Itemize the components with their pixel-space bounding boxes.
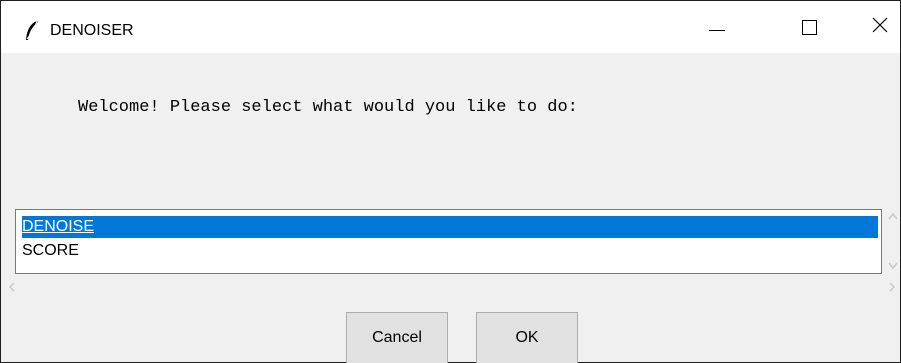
minimize-button[interactable] xyxy=(694,1,740,53)
feather-icon xyxy=(22,20,42,42)
close-button[interactable] xyxy=(857,1,901,53)
maximize-button[interactable] xyxy=(786,1,832,53)
window-title: DENOISER xyxy=(50,22,134,39)
chevron-left-icon xyxy=(8,279,16,297)
dialog-window: DENOISER Welcome! Please select what wou… xyxy=(0,0,901,363)
chevron-right-icon xyxy=(888,279,896,297)
horizontal-scrollbar[interactable] xyxy=(1,279,900,297)
scroll-up-arrow[interactable] xyxy=(885,209,901,223)
options-listbox[interactable]: DENOISE SCORE xyxy=(15,209,882,274)
close-icon xyxy=(872,17,888,38)
title-bar[interactable]: DENOISER xyxy=(1,1,900,53)
scroll-right-arrow[interactable] xyxy=(885,279,899,297)
chevron-down-icon xyxy=(888,257,898,275)
list-item-denoise[interactable]: DENOISE xyxy=(22,216,878,238)
list-item-score[interactable]: SCORE xyxy=(22,240,878,262)
scroll-left-arrow[interactable] xyxy=(5,279,19,297)
minimize-icon xyxy=(709,29,725,31)
welcome-prompt: Welcome! Please select what would you li… xyxy=(78,98,578,117)
ok-button[interactable]: OK xyxy=(476,312,578,363)
cancel-button[interactable]: Cancel xyxy=(346,312,448,363)
chevron-up-icon xyxy=(888,207,898,225)
scroll-down-arrow[interactable] xyxy=(885,259,901,273)
maximize-icon xyxy=(801,19,817,35)
